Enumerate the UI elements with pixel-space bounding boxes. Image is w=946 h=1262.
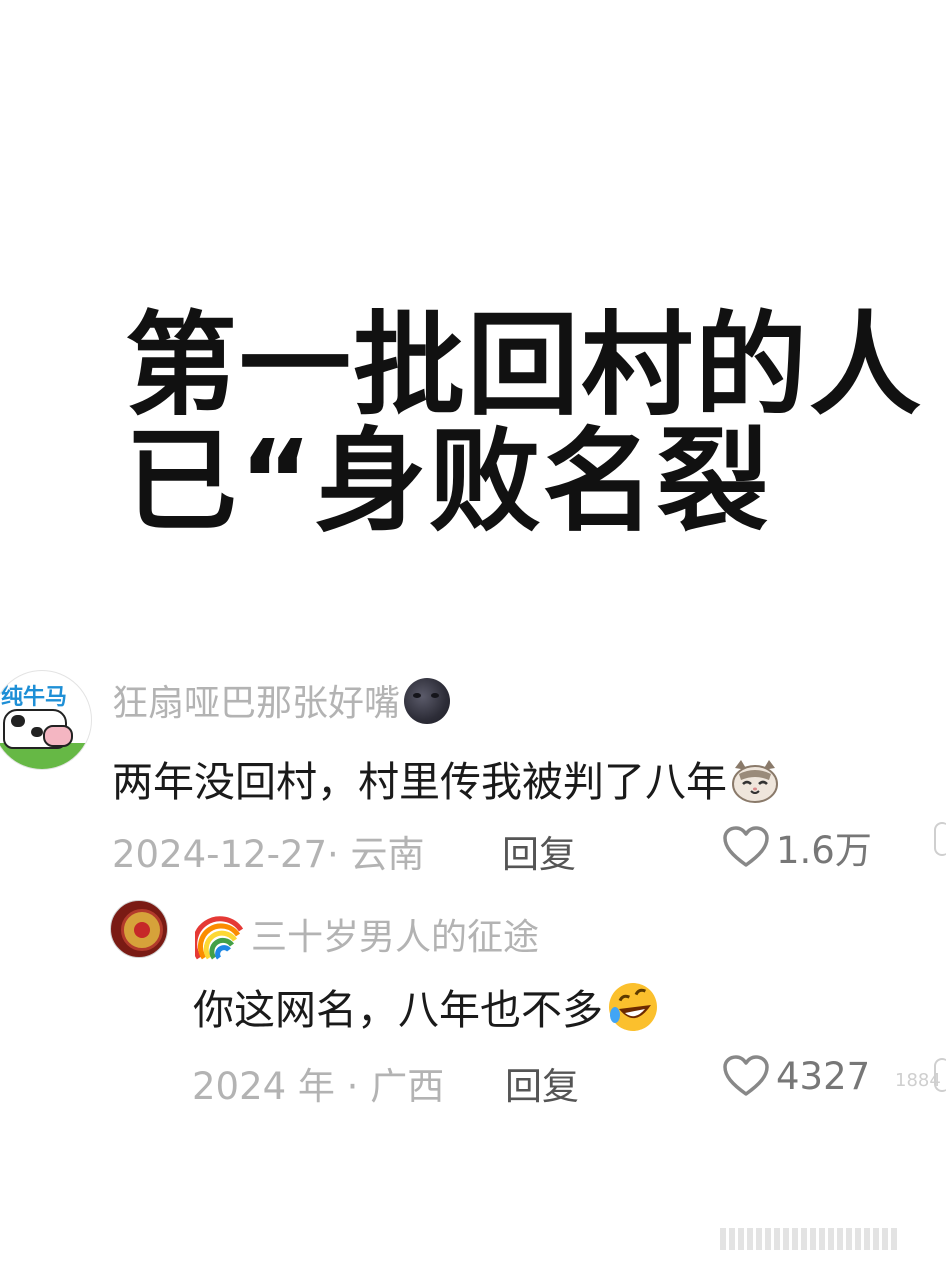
comment-text-content: 你这网名，八年也不多 (193, 986, 603, 1034)
comment-text: 你这网名，八年也不多 (193, 976, 661, 1041)
rolling-laughing-face-icon (609, 983, 657, 1031)
headline-line-1: 第一批回村的人 (125, 301, 923, 431)
heart-icon (723, 826, 769, 867)
username-text[interactable]: 狂扇哑巴那张好嘴 (112, 683, 400, 724)
avatar-text: 纯牛马 (1, 685, 68, 710)
comment-text: 两年没回村，村里传我被判了八年 (112, 748, 781, 808)
reply-button[interactable]: 回复 (505, 1056, 579, 1110)
new-moon-face-icon (404, 678, 451, 724)
watermark-bar (720, 1228, 897, 1250)
headline-line-2: 已“身败名裂 (125, 417, 771, 547)
comment: 纯牛马 狂扇哑巴那张好嘴 两年没回村，村里传我被判了八年 2024-12-27·… (0, 668, 946, 878)
avatar[interactable]: 纯牛马 (0, 670, 92, 770)
heart-icon (723, 1055, 769, 1096)
cat-face-icon (732, 760, 778, 803)
like-button[interactable]: 4327 (722, 1054, 870, 1098)
rainbow-icon (195, 916, 244, 960)
comment-text-content: 两年没回村，村里传我被判了八年 (112, 758, 727, 806)
comment-meta: 2024 年 · 广西 (192, 1065, 445, 1108)
avatar[interactable] (110, 900, 168, 958)
edge-control (934, 822, 946, 856)
username-text[interactable]: 三十岁男人的征途 (251, 917, 539, 958)
reply-comment: 三十岁男人的征途 你这网名，八年也不多 2024 年 · 广西 回复 4327 (0, 896, 946, 1108)
comment-username[interactable]: 三十岁男人的征途 (195, 908, 539, 960)
emblem-icon (121, 909, 163, 951)
like-count: 4327 (776, 1054, 871, 1098)
headline: 第一批回村的人 已“身败名裂 (125, 308, 925, 540)
like-count: 1.6万 (776, 829, 872, 872)
comment-username[interactable]: 狂扇哑巴那张好嘴 (112, 674, 451, 728)
like-button[interactable]: 1.6万 (722, 820, 872, 874)
reply-button[interactable]: 回复 (502, 824, 576, 878)
comment-meta: 2024-12-27· 云南 (112, 833, 425, 876)
cow-icon (3, 709, 73, 749)
watermark: 1884 (895, 1070, 941, 1091)
